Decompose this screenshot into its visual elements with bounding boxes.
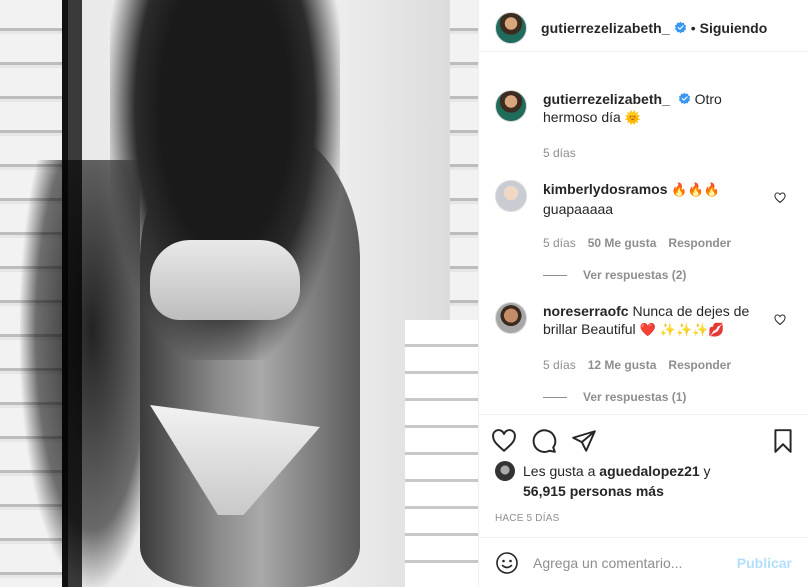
following-button[interactable]: Siguiendo (700, 20, 768, 36)
header-separator: • (690, 19, 696, 36)
heart-icon[interactable] (491, 428, 517, 454)
comment-icon[interactable] (531, 428, 557, 454)
commenter-username[interactable]: noreserraofc (543, 303, 629, 319)
commenter-avatar[interactable] (495, 302, 527, 334)
post-header: gutierrezelizabeth_ • Siguiendo (479, 4, 808, 52)
likes-prefix: Les gusta a (523, 463, 600, 479)
post-actions: Les gusta a aguedalopez21 y 56,915 perso… (479, 414, 808, 537)
liker-avatar[interactable] (495, 461, 515, 481)
commenter-username[interactable]: kimberlydosramos (543, 181, 668, 197)
heart-sparkle-emojis: ❤️ ✨✨✨💋 (639, 323, 725, 338)
view-replies-label: Ver respuestas (1) (583, 390, 687, 404)
comment-age[interactable]: 5 días (543, 234, 576, 252)
caption: gutierrezelizabeth_ Otro hermoso día 🌞 5… (495, 90, 792, 162)
reply-button[interactable]: Responder (668, 234, 731, 252)
view-replies-button[interactable]: Ver respuestas (1) (543, 390, 792, 404)
comment-age[interactable]: 5 días (543, 356, 576, 374)
caption-age[interactable]: 5 días (543, 144, 576, 162)
verified-badge-icon (678, 92, 690, 105)
post-sidebar: gutierrezelizabeth_ • Siguiendo gutierre… (478, 0, 808, 587)
replies-divider (543, 274, 567, 276)
publish-button[interactable]: Publicar (737, 555, 792, 571)
fire-emojis: 🔥🔥🔥 (671, 183, 720, 198)
caption-username[interactable]: gutierrezelizabeth_ (543, 91, 670, 107)
sun-emoji: 🌞 (624, 111, 641, 126)
comment-heart-icon[interactable] (774, 314, 786, 326)
share-icon[interactable] (571, 428, 597, 454)
comment: noreserraofc Nunca de dejes de brillar B… (495, 302, 792, 374)
verified-badge-icon (674, 21, 686, 34)
commenter-avatar[interactable] (495, 180, 527, 212)
bookmark-icon[interactable] (770, 428, 796, 454)
likes-conjunction: y (699, 463, 711, 479)
author-username[interactable]: gutierrezelizabeth_ (541, 20, 670, 36)
comment-likes[interactable]: 50 Me gusta (588, 234, 657, 252)
caption-avatar[interactable] (495, 90, 527, 122)
view-replies-label: Ver respuestas (2) (583, 268, 687, 282)
post-photo[interactable] (0, 0, 478, 587)
comment-text: guapaaaaa (543, 201, 614, 217)
comment-input[interactable] (533, 554, 737, 571)
replies-divider (543, 396, 567, 398)
instagram-post: gutierrezelizabeth_ • Siguiendo gutierre… (0, 0, 808, 587)
comment-heart-icon[interactable] (774, 192, 786, 204)
author-avatar[interactable] (495, 11, 527, 44)
emoji-icon[interactable] (495, 551, 519, 575)
view-replies-button[interactable]: Ver respuestas (2) (543, 268, 792, 282)
comments-list[interactable]: gutierrezelizabeth_ Otro hermoso día 🌞 5… (479, 52, 808, 414)
comment-likes[interactable]: 12 Me gusta (588, 356, 657, 374)
likes-count[interactable]: 56,915 personas más (523, 483, 664, 499)
reply-button[interactable]: Responder (668, 356, 731, 374)
comment: kimberlydosramos 🔥🔥🔥 guapaaaaa 5 días 50… (495, 180, 792, 252)
add-comment-bar: Publicar (479, 537, 808, 587)
liker-username[interactable]: aguedalopez21 (599, 463, 699, 479)
likes-summary: Les gusta a aguedalopez21 y 56,915 perso… (491, 461, 796, 501)
post-timestamp[interactable]: HACE 5 DÍAS (491, 501, 796, 537)
